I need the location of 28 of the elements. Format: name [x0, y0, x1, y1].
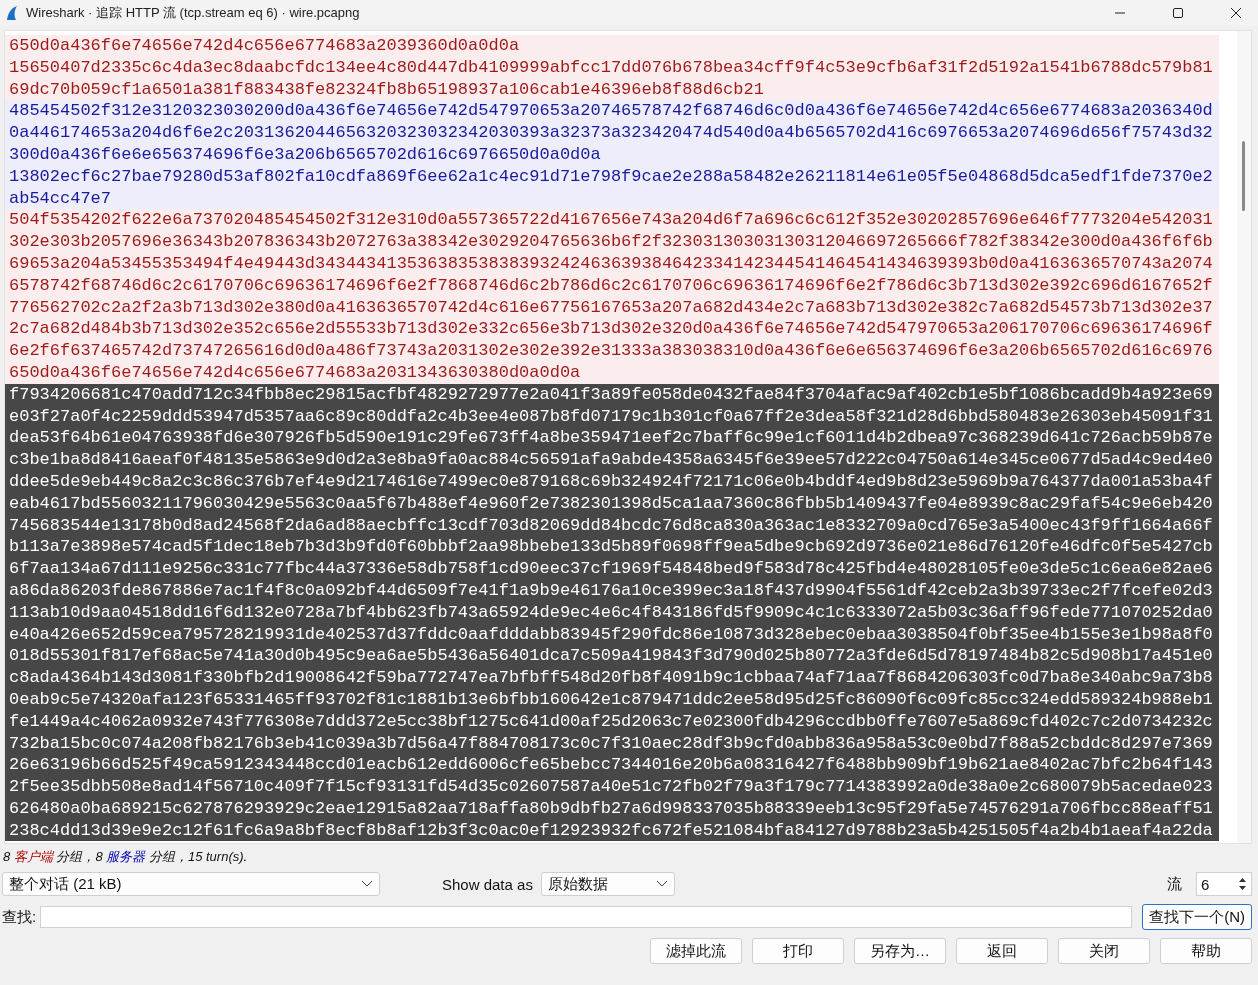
dialog-button[interactable]: 滤掉此流: [650, 938, 742, 965]
stream-segment: 15650407d2335c6c4da3ec8daabcfdc134ee4c80d447db4109999abfcc17dd076b678bea34cff9f4c53e9cfb6af31f2d5192a1541b6788dc579b8169dc70b059cf1a6501a381f883438fe82324fb8b65198937a106cab1e46396eb8f88d6cb21: [5, 56, 1219, 101]
spin-arrows-icon: [1238, 876, 1247, 893]
maximize-icon[interactable]: [1172, 7, 1184, 19]
stream-segment: f7934206681c470add712c34fbb8ec29815acfbf4829272977e2a041f3a89fe058de0432fae84f3704afac9af402cb1e5bf1086bcadd9b4a923e69e03f27a0f4c2259ddd53947d5357aa6c89c80ddfa2c4b3ee4e087b8fd07179c1b301cf0a67ff2e3dea58f321d28d6bbd580483e26303eb45091f31dea53f64b61e04763938fd6e307926fb5d590e191c29fe673ff4a8be359471eef2c7baff6c99e1cf6011d4b2dbea97c368239d641c726acb59b87ec3be1ba8d8416aeaf0f48135e5863e9d0d2a3e8ba9fa0ac884c56591afa9abde4358a6345f6e39ee57d222c04750a614e345ce0677d5ad4c9ed4e0ddee5de9eb449c8a2c3c86c376b7ef4e9d2174616e7499ec0e879168c69b324924f72171c06e0b4bddf4ed9b8d23e5969b9a764377da001a53ba4feab4617bd55603211796030429e5563c0aa5f67b488ef4e960f2e7382301398d5ca1aa7360c86fbb5b1409437fe04e8939c8ac29faf54c9e6eb420745683544e13178b0d8ad24568f2da6ad88aecbffc13cdf703d82069dd84bcdc76d8ca830a363ac1e8332709a0cd765e3a5400ec43f9ff1664a66fb113a7e3898e574cad5f1dec18eb7b3d3b9fd0f60bbbf2aa98bbebe133d5b89f0698ff9ea5dbe9cb692d9736e021e86d76120fe46dfc0f5e5427cb6f7aa134a67d111e9256c331c77fbc44a37336e58db758f1cd90eec37cf1969f54848bed9f583d78c425fbd4e48028105fe0e3de5c1c6ea6e82ae6a86da86203fde867886e7ac1f4f8c0a092bf44d6509f7e41f1a9b9e46176a10ce399ec3a18f437d9904f5561df42ceb2a3b39733ec2f7fcefe02d3113ab10d9aa04518dd16f6d132e0728a7bf4bb623fb743a65924de9ec4e6c4f843186fd5f9909c4c1c6333072a5b03c36aff96fede771070252da0e40a426e652d59cea795728219931de402537d37fddc0aafdddabb83945f290fdc86e10873d328ebec0ebaa3038504f0bf35ee4b155e3e1b98a8f0018d55301f817ef68ac5e741a30d0b495c9ea6ae5b5436a56401dca7c509a419843f3d790d025b80772a3fde6d5d78197484b82c5d908b17a451e0c8ada4364b143d3081f330bfb2d19008642f59ba772747ea7bfbff548d20fb8f4091b9c1cbbaa74af71aa7f8684206303fc0d7ba8e340abc9a73b80eab9c5e74320afa123f65331465ff93702f81c1881b13e6bfbb160642e1c879471ddc2ee58d95d25fc86090f6c09fc85cc324edd589324b988eb1fe1449a4c4062a0932e743f776308e7ddd372e5cc38bf1275c641d00af25d2063c7e02300fdb4296ccdbb0ffe7607e5a869cfd402c7c2d0734232c732ba15bc0c074a208fb82176b3eb41c039a3b7d56a47f884708173c0c7f310aec28df3b9cfd0abb836a958a53c0e0bd7f88a52cbddc8d297e736926e63196b66d525f49ca5912343448ccd01eacb612edd6006cfe65bebcc7344016e20b6a08316427f6488bb909bf19b621ae8402ac7bfc2b64f1432f5ee35dbb508e8ad14f56710c409f7f15cf93131fd54d35c02607587a40e51c72fb02f79a3f179c7714383992a0de38a0e2c680079b5acedae023626480a0ba689215c627876293929c2eae12915a82aa718affa80b9dbfb27a6d998337035b88339eeb13c95f29fa5e74576291a706fbcc88eaff51238c4dd13d39e9e2c12f61fc6a9a8bf8ecf8b8af12b3f3c0ac0ef12923932fc672fe521084bfa84127d9788b23a5b4251505f4a2b4b1aeaf4a22da: [5, 383, 1219, 842]
stream-label: 流: [1167, 875, 1182, 894]
chevron-icon: [361, 880, 373, 889]
fin-icon: [6, 5, 18, 21]
stream-segment: 485454502f312e3120323030200d0a436f6e74656e742d547970653a20746578742f68746d6c0d0a436f6e74656e742d4c656e6774683a2036340d0a446174653a204d6f6e2c2031362044656320323032342030393a32373a323420474d540d0a4b6565702d416c6976653a2074696d656f75743d32300d0a436f6e6e656374696f6e3a206b6565702d616c6976650d0a0d0a: [5, 100, 1219, 166]
find-field[interactable]: [40, 906, 1133, 929]
find-next-button[interactable]: 查找下一个(N): [1142, 904, 1252, 931]
dialog-button[interactable]: 帮助: [1160, 938, 1252, 965]
stream-segment: 13802ecf6c27bae79280d53af802fa10cdfa869f6ee62a1c4ec91d71e798f9cae2e288a58482e26211814e61e05f5e04868d5dca5edf1fde7370e2ab54cc47e7: [5, 165, 1219, 210]
stream-summary: 8 客户端 分组，8 服务器 分组，15 turn(s).: [2, 848, 249, 867]
stream-segment: 650d0a436f6e74656e742d4c656e6774683a2039360d0a0d0a: [5, 35, 1219, 57]
show-data-label: Show data as: [442, 876, 533, 893]
find-label: 查找:: [2, 908, 37, 927]
dialog-button[interactable]: 关闭: [1058, 938, 1150, 965]
stream-segment: 504f5354202f622e6a737020485454502f312e310d0a557365722d4167656e743a204d6f7a696c6c612f352e30202857696e646f7773204e542031302e303b2057696e36343b207836343b2072763a38342e3029204765636b6f2f32303130303130312046697265666f782f38342e300d0a436f6f6b69653a204a53455353494f4e49443d34344341353638353838393242463639384642334142344541464541434639393b0d0a4163636570743a20746578742f68746d6c2c6170706c69636174696f6e2f7868746d6c2b786d6c2c6170706c69636174696f6e2f786d6c3b713d302e392c696d6167652f776562702c2a2f2a3b713d302e380d0a4163636570742d4c616e67756167653a207a682d434e2c7a683b713d302e382c7a682d54573b713d302e372c7a682d484b3b713d302e352c656e2d55533b713d302e332c656e3b713d302e320d0a436f6e74656e742d547970653a206170706c69636174696f6e2f6f637465742d73747265616d0d0a486f73743a2031302e302e392e31333a383038310d0a436f6e6e656374696f6e3a206b6565702d616c6976650d0a436f6e74656e742d4c656e6774683a2031343630380d0a0d0a: [5, 209, 1219, 384]
stream-spinbox[interactable]: 6: [1196, 872, 1252, 897]
close-icon[interactable]: [1230, 7, 1242, 19]
conversation-dropdown[interactable]: 整个对话 (21 kB): [2, 872, 380, 897]
chevron-icon: [655, 880, 668, 889]
data-format-dropdown[interactable]: 原始数据: [540, 872, 675, 897]
window-title: Wireshark · 追踪 HTTP 流 (tcp.stream eq 6) · wire.pcapng: [26, 4, 360, 22]
dialog-button[interactable]: 打印: [752, 938, 844, 965]
dialog-button[interactable]: 另存为…: [854, 938, 946, 965]
dialog-button[interactable]: 返回: [956, 938, 1048, 965]
